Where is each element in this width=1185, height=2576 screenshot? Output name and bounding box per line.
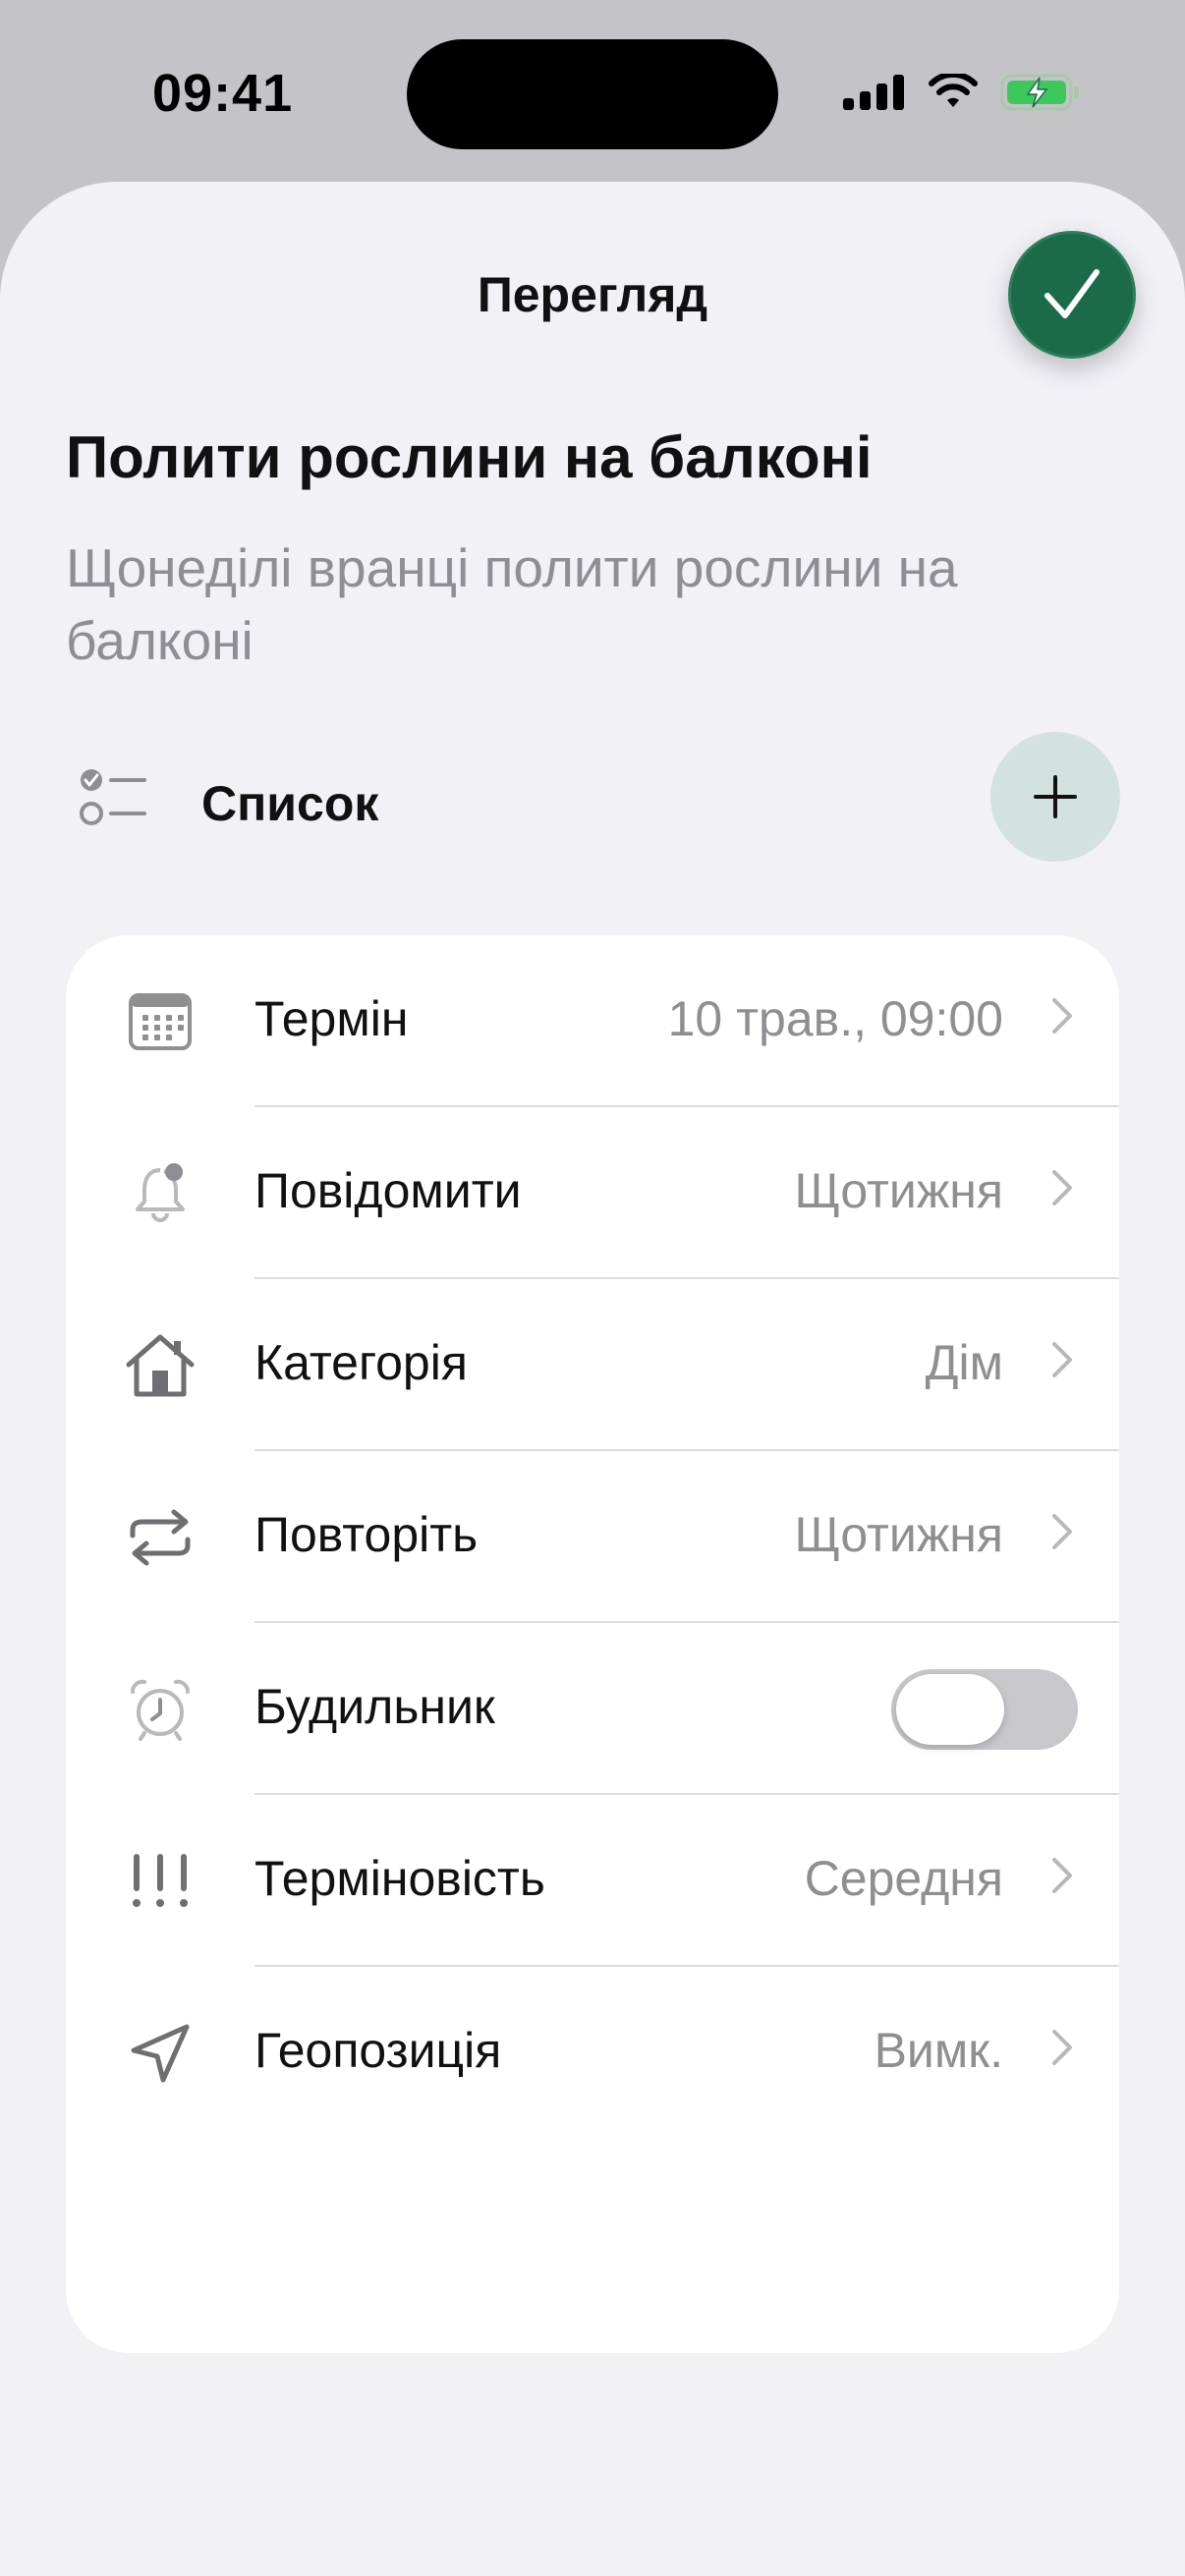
alarm-toggle[interactable] xyxy=(891,1669,1078,1750)
row-notify[interactable]: Повідомити Щотижня xyxy=(66,1107,1119,1279)
row-label: Терміновість xyxy=(254,1851,545,1906)
row-value: Щотижня xyxy=(794,1163,1003,1218)
priority-icon xyxy=(125,1846,196,1917)
row-label: Категорія xyxy=(254,1335,468,1390)
row-label: Геопозиція xyxy=(254,2023,502,2078)
row-category[interactable]: Категорія Дім xyxy=(66,1279,1119,1451)
chevron-right-icon xyxy=(1050,1856,1074,1900)
row-repeat[interactable]: Повторіть Щотижня xyxy=(66,1451,1119,1623)
add-list-button[interactable] xyxy=(990,732,1120,862)
bell-icon xyxy=(125,1158,196,1229)
repeat-icon xyxy=(125,1502,196,1573)
row-priority[interactable]: Терміновість Середня xyxy=(66,1795,1119,1967)
list-selector[interactable]: Список xyxy=(66,732,1120,869)
done-button[interactable] xyxy=(1008,231,1136,359)
house-icon xyxy=(125,1330,196,1401)
task-title[interactable]: Полити рослини на балконі xyxy=(66,423,873,491)
plus-icon xyxy=(1034,775,1077,818)
row-value: Дім xyxy=(925,1335,1003,1390)
row-label: Повідомити xyxy=(254,1163,522,1218)
chevron-right-icon xyxy=(1050,1340,1074,1384)
row-due-date[interactable]: Термін 10 трав., 09:00 xyxy=(66,935,1119,1107)
row-label: Термін xyxy=(254,991,409,1046)
checkmark-icon xyxy=(1044,269,1100,318)
row-location[interactable]: Геопозиція Вимк. xyxy=(66,1967,1119,2139)
row-label: Повторіть xyxy=(254,1507,479,1562)
location-arrow-icon xyxy=(125,2018,196,2089)
row-alarm: Будильник xyxy=(66,1623,1119,1795)
status-icons xyxy=(843,71,1081,117)
chevron-right-icon xyxy=(1050,1168,1074,1212)
cellular-signal-icon xyxy=(843,75,906,115)
details-card: Термін 10 трав., 09:00 Повідомити Щотижн… xyxy=(66,935,1119,2353)
task-description[interactable]: Щонеділі вранці полити рослини на балкон… xyxy=(66,532,1009,677)
status-time: 09:41 xyxy=(152,64,294,123)
alarm-icon xyxy=(125,1674,196,1745)
calendar-icon xyxy=(125,986,196,1057)
wifi-icon xyxy=(928,71,979,116)
status-bar: 09:41 xyxy=(0,0,1185,187)
row-value: Середня xyxy=(804,1851,1003,1906)
row-label: Будильник xyxy=(254,1679,495,1734)
chevron-right-icon xyxy=(1050,1512,1074,1556)
list-label: Список xyxy=(201,776,379,831)
detail-sheet: Перегляд Полити рослини на балконі Щонед… xyxy=(0,182,1185,2576)
toggle-knob xyxy=(896,1674,1004,1745)
row-value: Щотижня xyxy=(794,1507,1003,1562)
chevron-right-icon xyxy=(1050,2028,1074,2072)
chevron-right-icon xyxy=(1050,996,1074,1040)
row-value: 10 трав., 09:00 xyxy=(667,991,1003,1046)
dynamic-island xyxy=(407,39,778,149)
checklist-icon xyxy=(78,764,148,836)
battery-charging-icon xyxy=(1000,73,1081,117)
row-value: Вимк. xyxy=(874,2023,1003,2078)
